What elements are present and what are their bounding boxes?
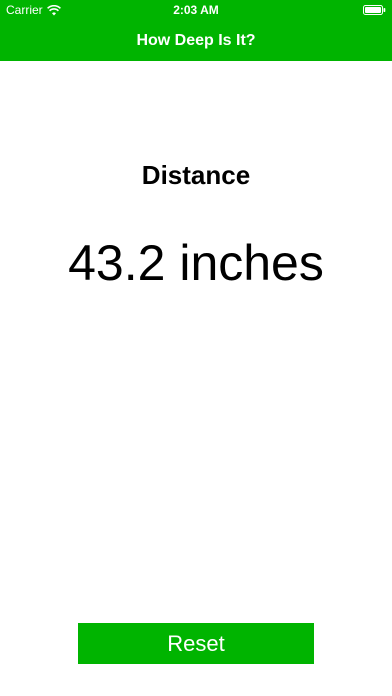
status-time: 2:03 AM	[173, 3, 219, 17]
reset-button[interactable]: Reset	[78, 623, 314, 664]
header-bar: Carrier 2:03 AM How Deep Is It?	[0, 0, 392, 61]
app-screen: Carrier 2:03 AM How Deep Is It? Distance…	[0, 0, 392, 696]
distance-label: Distance	[141, 160, 251, 190]
battery-icon	[363, 5, 386, 15]
distance-value: 43.2 inches	[68, 235, 324, 291]
nav-title: How Deep Is It?	[136, 32, 256, 49]
status-bar: Carrier 2:03 AM	[0, 0, 392, 20]
